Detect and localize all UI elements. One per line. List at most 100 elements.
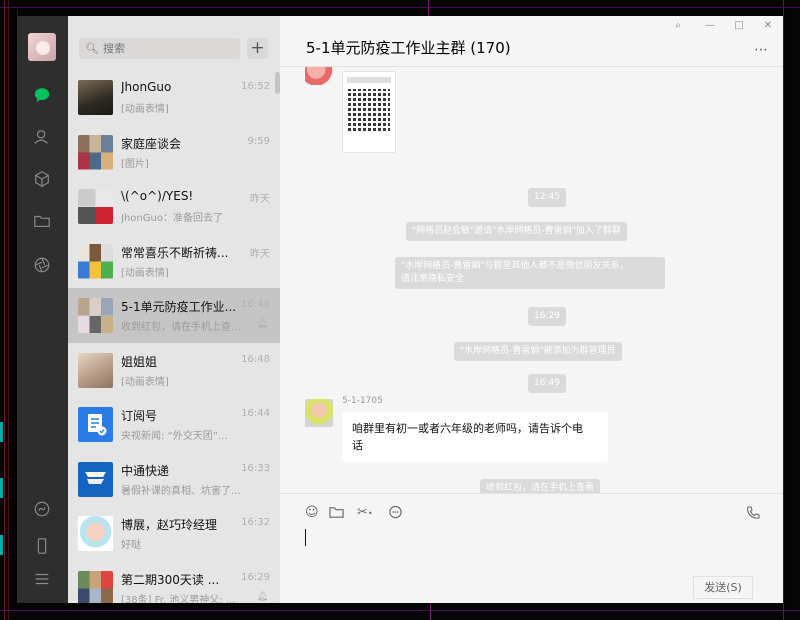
scissors-icon[interactable]: ✂︎• <box>357 505 373 520</box>
chat-name: JhonGuo <box>121 80 172 94</box>
chat-time: 16:52 <box>241 81 270 92</box>
chat-item[interactable]: 常常喜乐不断祈祷... [动画表情] 昨天 <box>68 234 280 289</box>
miniprogram-icon[interactable] <box>31 498 53 520</box>
chat-item[interactable]: 第二期300天读 ... [38条] Fr. 池义男神父: ... 16:29 … <box>68 561 280 604</box>
chat-header: 5-1单元防疫工作业主群 (170) ⌕ — □ ✕ ⋯ <box>280 16 783 67</box>
chat-name: 姐姐姐 <box>121 354 158 369</box>
close-button[interactable]: ✕ <box>761 20 775 31</box>
wechat-window: 🔍︎ + JhonGuo [动画表情] 16:52 家庭座谈会 [图片] 9:5… <box>17 16 783 603</box>
search-icon: 🔍︎ <box>85 42 99 55</box>
chat-preview: JhonGuo：准备回去了 <box>121 213 223 224</box>
maximize-button[interactable]: □ <box>732 20 746 31</box>
chat-avatar <box>78 516 113 551</box>
mute-icon: 🔔︎ <box>256 591 268 602</box>
chat-preview: [动画表情] <box>121 376 169 388</box>
message-avatar <box>305 67 333 85</box>
add-chat-button[interactable]: + <box>247 38 268 59</box>
pin-icon[interactable]: ⌕ <box>671 20 685 31</box>
message-area: 12:45 "网格员赵会敏"邀请"水岸网格员-曹雷娟"加入了群聊 "水岸网格员-… <box>280 67 783 493</box>
phone-shape <box>747 506 760 519</box>
chat-preview: [动画表情] <box>121 104 169 115</box>
sender-name: 5-1-1705 <box>342 396 383 406</box>
search-input[interactable] <box>101 41 235 56</box>
search-box[interactable]: 🔍︎ <box>79 38 240 59</box>
folder-icon[interactable] <box>329 505 344 524</box>
folder-icon <box>34 215 50 227</box>
menu-icon[interactable] <box>31 568 53 590</box>
folder-shape <box>329 507 344 518</box>
files-icon[interactable] <box>31 210 53 232</box>
chat-time: 16:49 <box>241 299 270 310</box>
chat-time: 16:29 <box>241 571 270 583</box>
chat-time: 16:44 <box>241 408 270 419</box>
mobile-icon <box>37 538 47 554</box>
chat-bubble-icon <box>34 88 50 103</box>
chat-pane: 5-1单元防疫工作业主群 (170) ⌕ — □ ✕ ⋯ 12:45 "网格员赵… <box>280 16 783 603</box>
chat-avatar <box>78 407 113 442</box>
chat-name: 常常喜乐不断祈祷... <box>121 245 229 260</box>
chat-preview: 暑假补课的真相、坑害了... <box>121 485 241 497</box>
system-message: "水岸网格员-曹雷娟"被添加为群管理员 <box>454 342 622 361</box>
send-button[interactable]: 发送(S) <box>693 576 753 599</box>
moments-icon[interactable] <box>31 254 53 276</box>
chat-name: 博展，赵巧玲经理 <box>121 518 218 532</box>
chat-item[interactable]: 博展，赵巧玲经理 好哒 16:32 <box>68 506 280 561</box>
chat-avatar <box>78 352 113 388</box>
chat-preview: 收到红包，请在手机上查... <box>121 322 241 333</box>
user-avatar[interactable] <box>28 33 56 61</box>
system-message: "水岸网格员-曹雷娟"与群里其他人都不是微信朋友关系， 请注意隐私安全 <box>395 257 665 289</box>
chat-time: 昨天 <box>250 194 270 205</box>
chat-avatar <box>78 570 113 603</box>
system-message-line: 请注意隐私安全 <box>401 274 465 284</box>
phone-icon[interactable] <box>745 505 761 525</box>
chat-name: 家庭座谈会 <box>121 136 182 151</box>
emoji-icon[interactable]: ☺ <box>305 505 319 520</box>
chat-time: 9:59 <box>247 135 270 147</box>
subscription-doc-icon <box>88 414 107 436</box>
chat-preview: [38条] Fr. 池义男神父: ... <box>121 594 236 604</box>
favorites-icon[interactable] <box>31 168 53 190</box>
mute-icon: 🔔︎ <box>256 319 268 329</box>
chat-preview: [动画表情] <box>121 267 169 279</box>
aperture-icon <box>34 257 50 273</box>
chat-item[interactable]: 中通快递 暑假补课的真相、坑害了... 16:33 <box>68 452 280 507</box>
time-divider: 16:29 <box>528 307 566 326</box>
time-divider: 12:45 <box>528 188 566 207</box>
system-message: 收到红包，请在手机上查看 <box>480 479 601 493</box>
minimize-button[interactable]: — <box>703 20 717 31</box>
chat-name: 中通快递 <box>121 463 170 478</box>
chat-name: 订阅号 <box>121 409 158 423</box>
chat-time: 16:32 <box>241 517 270 528</box>
zto-logo-icon <box>85 471 106 484</box>
contacts-icon[interactable] <box>31 126 53 148</box>
message-bubble[interactable]: 咱群里有初一或者六年级的老师吗，请告诉个电 话 <box>342 412 608 462</box>
chat-item[interactable]: \(^o^)/YES! JhonGuo：准备回去了 昨天 <box>68 179 280 234</box>
chat-name: \(^o^)/YES! <box>121 189 194 203</box>
qr-card-image[interactable] <box>342 71 396 153</box>
chat-title: 5-1单元防疫工作业主群 (170) <box>306 39 511 57</box>
chat-list: JhonGuo [动画表情] 16:52 家庭座谈会 [图片] 9:59 \(^… <box>68 70 280 603</box>
chat-avatar <box>78 189 113 224</box>
chat-icon[interactable] <box>31 84 53 106</box>
chat-name: 第二期300天读 ... <box>121 572 220 587</box>
chat-item-selected[interactable]: 5-1单元防疫工作业... 收到红包，请在手机上查... 16:49 🔔︎ <box>68 288 280 343</box>
time-divider: 16:49 <box>528 374 566 393</box>
phone-device-icon[interactable] <box>31 535 53 557</box>
chat-time: 16:33 <box>241 462 270 474</box>
chat-name: 5-1单元防疫工作业... <box>121 300 237 314</box>
cube-icon <box>35 171 49 187</box>
system-message-line: "水岸网格员-曹雷娟"与群里其他人都不是微信朋友关系， <box>401 261 629 271</box>
compose-area: ☺ ✂︎• 发送(S) <box>280 493 783 603</box>
chat-item[interactable]: 姐姐姐 [动画表情] 16:48 <box>68 343 280 398</box>
chat-avatar <box>78 243 113 279</box>
chat-avatar <box>78 134 113 170</box>
more-icon[interactable]: ⋯ <box>754 42 769 58</box>
chat-time: 昨天 <box>250 248 270 260</box>
chat-item[interactable]: JhonGuo [动画表情] 16:52 <box>68 70 280 125</box>
chat-item[interactable]: 订阅号 央视新闻: “外交天团”... 16:44 <box>68 397 280 452</box>
message-text: 咱群里有初一或者六年级的老师吗，请告诉个电 <box>352 422 583 435</box>
chat-bubble-icon[interactable] <box>388 505 403 524</box>
message-text: 话 <box>352 439 363 452</box>
chat-avatar <box>78 298 113 333</box>
chat-item[interactable]: 家庭座谈会 [图片] 9:59 <box>68 125 280 180</box>
